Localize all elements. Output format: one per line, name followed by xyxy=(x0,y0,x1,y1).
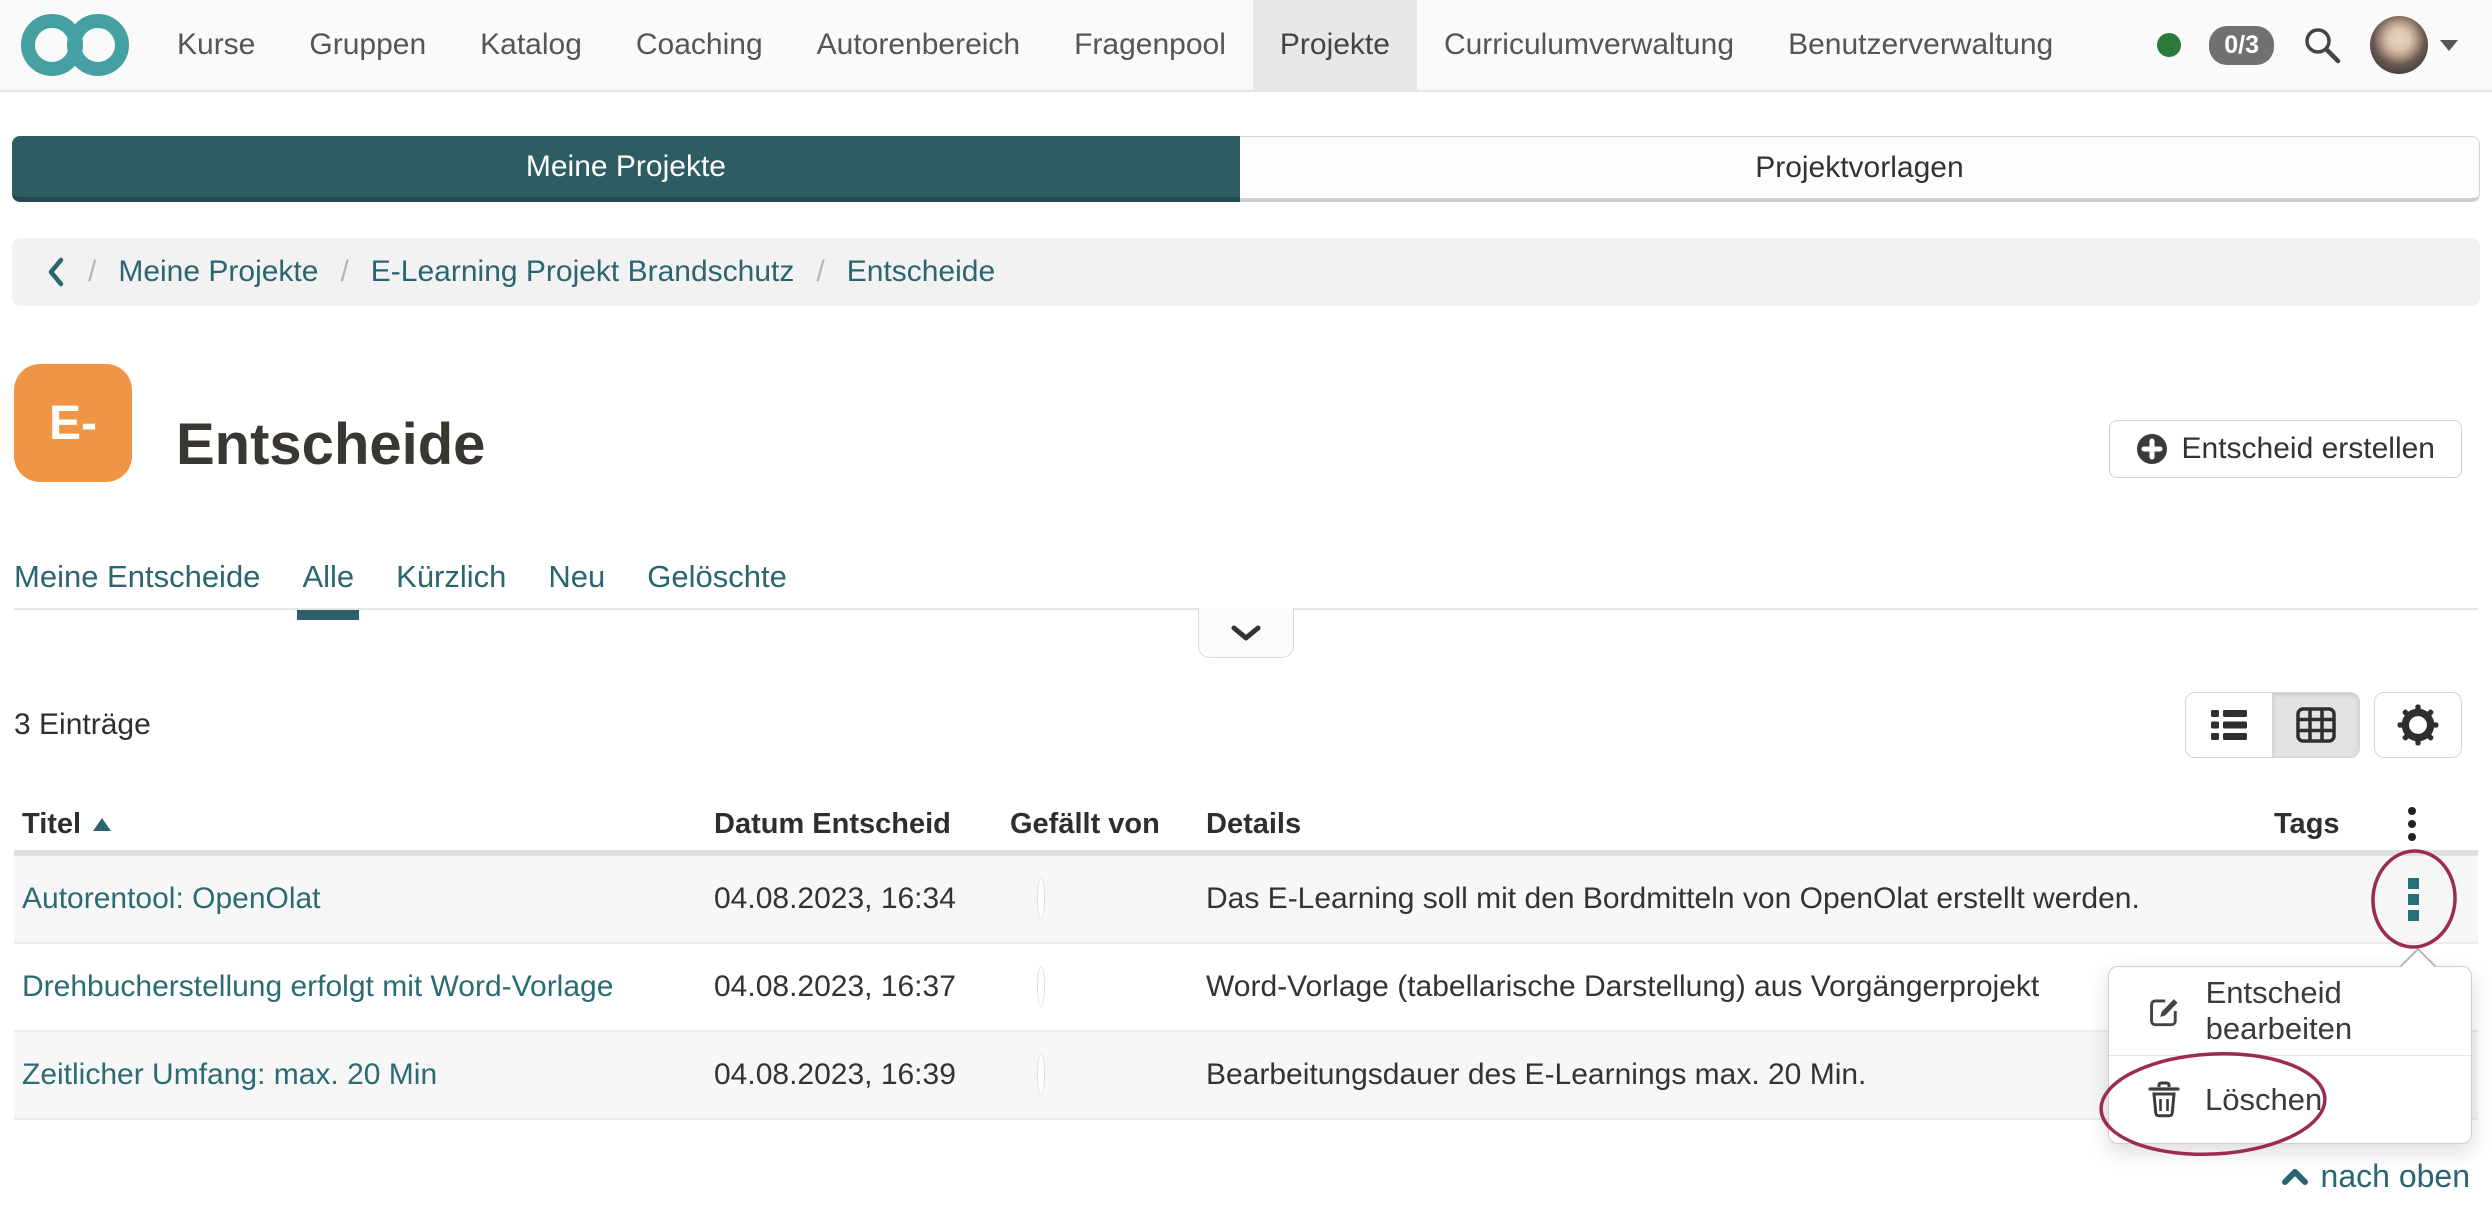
column-header-datum[interactable]: Datum Entscheid xyxy=(714,808,1010,841)
row-date: 04.08.2023, 16:34 xyxy=(714,882,1010,916)
project-scope-segmented-control: Meine Projekte Projektvorlagen xyxy=(12,136,2480,202)
create-entscheid-button[interactable]: Entscheid erstellen xyxy=(2109,420,2462,478)
page-title: Entscheide xyxy=(176,411,485,482)
plus-circle-icon xyxy=(2136,433,2168,465)
row-title-link[interactable]: Drehbucherstellung erfolgt mit Word-Vorl… xyxy=(22,970,613,1004)
search-icon xyxy=(2302,25,2342,65)
row-date: 04.08.2023, 16:39 xyxy=(714,1058,1010,1092)
menu-item-loeschen[interactable]: Löschen xyxy=(2109,1055,2471,1143)
gear-icon xyxy=(2397,704,2439,746)
row-context-menu: Entscheid bearbeiten Löschen xyxy=(2108,966,2472,1144)
openolat-logo[interactable] xyxy=(0,0,150,90)
nav-item-autorenbereich[interactable]: Autorenbereich xyxy=(790,0,1047,90)
liked-by-avatar xyxy=(1038,879,1044,918)
table-row: Autorentool: OpenOlat 04.08.2023, 16:34 … xyxy=(14,856,2478,944)
page-header: E- Entscheide Entscheid erstellen xyxy=(0,364,2492,482)
liked-by-avatar xyxy=(1038,967,1044,1006)
user-menu[interactable] xyxy=(2370,16,2458,74)
nav-item-coaching[interactable]: Coaching xyxy=(609,0,790,90)
breadcrumb-separator: / xyxy=(816,255,824,289)
menu-item-edit-label: Entscheid bearbeiten xyxy=(2206,975,2471,1047)
breadcrumb-back-button[interactable] xyxy=(46,256,66,288)
column-header-tags[interactable]: Tags xyxy=(2274,808,2386,841)
filter-tabs: Meine Entscheide Alle Kürzlich Neu Gelös… xyxy=(14,546,2478,610)
nav-item-benutzerverwaltung[interactable]: Benutzerverwaltung xyxy=(1761,0,2080,90)
list-view-button[interactable] xyxy=(2185,692,2273,758)
breadcrumb-separator: / xyxy=(88,255,96,289)
breadcrumb-link-entscheide[interactable]: Entscheide xyxy=(847,255,995,289)
trash-icon xyxy=(2147,1081,2181,1119)
breadcrumb-link-projekt[interactable]: E-Learning Projekt Brandschutz xyxy=(371,255,795,289)
table-header-row: Titel Datum Entscheid Gefällt von Detail… xyxy=(14,798,2478,856)
main-navigation: Kurse Gruppen Katalog Coaching Autorenbe… xyxy=(150,0,2080,90)
nav-item-projekte[interactable]: Projekte xyxy=(1253,0,1417,90)
back-to-top-link[interactable]: nach oben xyxy=(2281,1158,2470,1195)
row-title-link[interactable]: Autorentool: OpenOlat xyxy=(22,882,321,916)
row-details: Das E-Learning soll mit den Bordmitteln … xyxy=(1206,882,2274,916)
row-actions-menu-button[interactable] xyxy=(2402,872,2425,927)
list-controls: 3 Einträge xyxy=(0,692,2492,758)
chevron-up-icon xyxy=(2281,1168,2309,1186)
tab-kuerzlich[interactable]: Kürzlich xyxy=(396,546,506,608)
tab-geloeschte[interactable]: Gelöschte xyxy=(647,546,787,608)
nav-item-fragenpool[interactable]: Fragenpool xyxy=(1047,0,1253,90)
infinity-logo-icon xyxy=(19,9,131,81)
breadcrumb-link-meine-projekte[interactable]: Meine Projekte xyxy=(118,255,318,289)
entry-count: 3 Einträge xyxy=(14,708,151,742)
column-header-details[interactable]: Details xyxy=(1206,808,2274,841)
back-to-top-label: nach oben xyxy=(2321,1158,2470,1195)
column-options-icon[interactable] xyxy=(2402,801,2422,847)
chevron-down-icon xyxy=(1230,624,1262,642)
list-view-icon xyxy=(2208,707,2250,743)
project-type-icon: E- xyxy=(14,364,132,482)
row-date: 04.08.2023, 16:37 xyxy=(714,970,1010,1004)
view-controls xyxy=(2185,692,2462,758)
nav-item-curriculumverwaltung[interactable]: Curriculumverwaltung xyxy=(1417,0,1761,90)
session-count-badge[interactable]: 0/3 xyxy=(2209,26,2274,65)
edit-icon xyxy=(2147,992,2182,1030)
column-header-titel[interactable]: Titel xyxy=(14,808,714,841)
tab-alle[interactable]: Alle xyxy=(302,546,354,608)
caret-down-icon xyxy=(2440,40,2458,51)
search-button[interactable] xyxy=(2302,25,2342,65)
navbar-right-controls: 0/3 xyxy=(2157,0,2492,90)
table-view-icon xyxy=(2295,706,2337,744)
back-chevron-icon xyxy=(46,256,66,288)
user-avatar xyxy=(2370,16,2428,74)
row-title-link[interactable]: Zeitlicher Umfang: max. 20 Min xyxy=(22,1058,437,1092)
filter-collapse-button[interactable] xyxy=(1198,608,1294,658)
column-header-titel-label: Titel xyxy=(22,808,81,841)
segment-projektvorlagen[interactable]: Projektvorlagen xyxy=(1240,136,2480,202)
nav-item-katalog[interactable]: Katalog xyxy=(453,0,609,90)
segment-meine-projekte[interactable]: Meine Projekte xyxy=(12,136,1240,202)
sort-ascending-icon xyxy=(93,818,111,831)
menu-item-delete-label: Löschen xyxy=(2205,1082,2322,1118)
column-header-gefaellt-von[interactable]: Gefällt von xyxy=(1010,808,1206,841)
tab-neu[interactable]: Neu xyxy=(548,546,605,608)
top-navbar: Kurse Gruppen Katalog Coaching Autorenbe… xyxy=(0,0,2492,92)
liked-by-avatar xyxy=(1038,1055,1044,1094)
create-entscheid-label: Entscheid erstellen xyxy=(2182,432,2435,466)
table-view-button[interactable] xyxy=(2272,692,2360,758)
column-header-menu xyxy=(2386,801,2478,847)
tab-meine-entscheide[interactable]: Meine Entscheide xyxy=(14,546,260,608)
breadcrumb: / Meine Projekte / E-Learning Projekt Br… xyxy=(12,238,2480,306)
table-settings-button[interactable] xyxy=(2374,692,2462,758)
nav-item-gruppen[interactable]: Gruppen xyxy=(282,0,453,90)
status-dot xyxy=(2157,33,2181,57)
breadcrumb-separator: / xyxy=(340,255,348,289)
nav-item-kurse[interactable]: Kurse xyxy=(150,0,282,90)
